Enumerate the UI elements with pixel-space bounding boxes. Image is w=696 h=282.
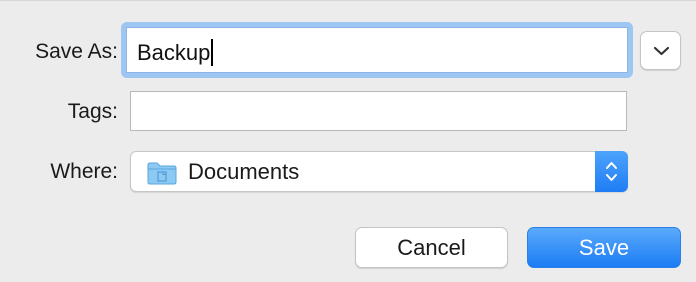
chevron-down-icon <box>653 46 670 56</box>
where-popup-button[interactable]: Documents <box>130 151 628 192</box>
save-as-field[interactable]: Backup <box>126 27 628 73</box>
tags-label: Tags: <box>67 100 118 123</box>
save-as-input-value: Backup <box>137 40 211 65</box>
tags-field[interactable] <box>130 91 627 131</box>
save-as-input-container[interactable]: Backup <box>137 39 214 66</box>
save-button[interactable]: Save <box>527 227 681 268</box>
where-selected-value: Documents <box>188 159 300 184</box>
save-as-label: Save As: <box>35 40 118 63</box>
folder-icon <box>147 162 177 185</box>
save-dialog: Save As: Backup Tags: Where: Documents C… <box>0 0 696 282</box>
where-popup-stepper[interactable] <box>595 151 628 192</box>
text-caret <box>211 39 214 66</box>
expand-dialog-button[interactable] <box>640 31 681 70</box>
where-label: Where: <box>50 160 118 183</box>
cancel-button[interactable]: Cancel <box>355 227 508 268</box>
up-down-arrows-icon <box>606 162 617 181</box>
